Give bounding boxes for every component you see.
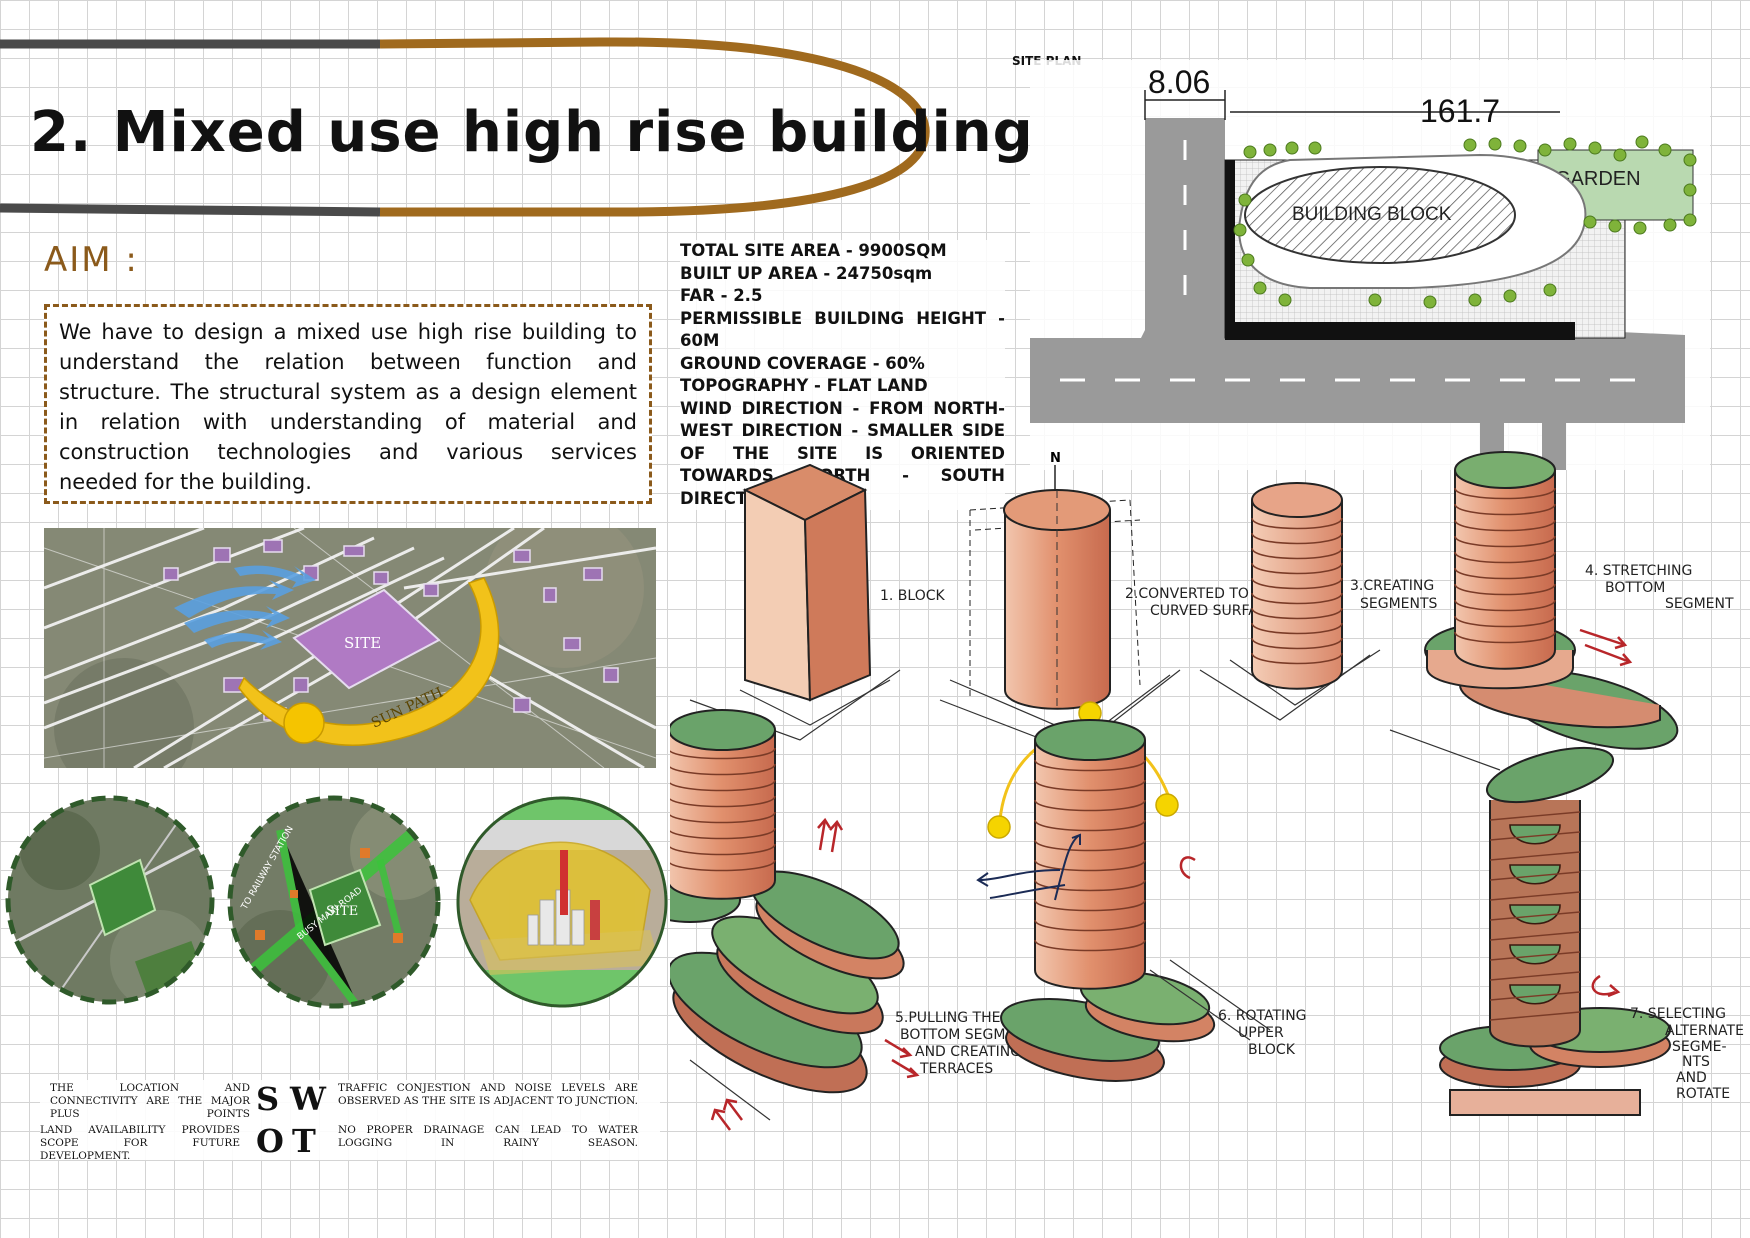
- sun-study-3d: [458, 798, 666, 1006]
- step-5-label-d: TERRACES: [919, 1061, 993, 1077]
- step-5-terraces: 5.PULLING THE BOTTOM SEGMENT AND CREATIN…: [670, 709, 1034, 1131]
- step-2-label-a: 2.CONVERTED TO: [1125, 586, 1249, 602]
- step-6-rotating: 6. ROTATING UPPER BLOCK: [976, 701, 1307, 1082]
- swot-letter-o: O: [256, 1122, 284, 1160]
- step-4-stretching: 4. STRETCHING BOTTOM SEGMENT: [1389, 451, 1734, 771]
- step-1-block: 1. BLOCK: [689, 463, 946, 741]
- step-7-label-f: ROTATE: [1676, 1086, 1730, 1102]
- title-banner: 2. Mixed use high rise building: [0, 30, 1033, 220]
- step-2-cylinder: N 2.CONVERTED TO CURVED SURFACE: [939, 451, 1276, 751]
- step-4-label-a: 4. STRETCHING: [1585, 563, 1692, 579]
- swot-letter-t: T: [292, 1122, 316, 1160]
- sun-icon-right: [1155, 793, 1179, 817]
- swot-opportunity-text: LAND AVAILABILITY PROVIDES SCOPE FOR FUT…: [40, 1124, 240, 1162]
- swot-strength-text: THE LOCATION AND CONNECTIVITY ARE THE MA…: [50, 1082, 250, 1120]
- step-6-label-b: UPPER: [1238, 1025, 1284, 1041]
- step-7-alternate-rotate: 7. SELECTING ALTERNATE SEGME- NTS AND RO…: [1439, 746, 1744, 1116]
- north-label: N: [1050, 451, 1061, 466]
- step-5-label-a: 5.PULLING THE: [895, 1010, 1000, 1026]
- step-6-label-a: 6. ROTATING: [1218, 1008, 1307, 1024]
- site-plan: GARDEN BUILDING BLOCK 8.06 161.7: [1030, 60, 1710, 470]
- form-evolution-sketches: 1. BLOCK N 2.CONVERTED TO CURVED SURFACE…: [670, 451, 1744, 1131]
- step-4-label-b: BOTTOM: [1605, 580, 1665, 596]
- dimension-length: 161.7: [1420, 93, 1500, 129]
- spec-site-area: TOTAL SITE AREA - 9900SQM: [680, 241, 947, 260]
- swot-letter-s: S: [256, 1080, 280, 1118]
- aim-box: We have to design a mixed use high rise …: [44, 304, 652, 504]
- spec-ground-coverage: GROUND COVERAGE - 60%: [680, 353, 925, 373]
- aim-heading: AIM :: [44, 240, 139, 280]
- step-7-label-a: 7. SELECTING: [1630, 1006, 1726, 1022]
- swot-analysis: THE LOCATION AND CONNECTIVITY ARE THE MA…: [40, 1080, 660, 1162]
- building-block-label: BUILDING BLOCK: [1292, 204, 1452, 225]
- spec-far: FAR - 2.5: [680, 286, 763, 305]
- step-4-label-c: SEGMENT: [1665, 596, 1734, 612]
- page-title: 2. Mixed use high rise building: [30, 100, 1034, 165]
- context-maps: SITE BUSY MAIN ROAD TO RAILWAY STATION: [5, 795, 668, 1009]
- spec-height: PERMISSIBLE BUILDING HEIGHT - 60M: [680, 308, 1005, 351]
- step-7-label-d: NTS: [1682, 1054, 1710, 1070]
- swot-weakness-text: TRAFFIC CONJESTION AND NOISE LEVELS ARE …: [338, 1082, 638, 1107]
- site-map-label: SITE: [344, 634, 381, 652]
- spec-topography: TOPOGRAPHY - FLAT LAND: [680, 376, 928, 395]
- step-1-label: 1. BLOCK: [880, 588, 946, 604]
- dimension-width: 8.06: [1148, 64, 1210, 100]
- step-7-label-b: ALTERNATE: [1665, 1023, 1744, 1039]
- swot-threat-text: NO PROPER DRAINAGE CAN LEAD TO WATER LOG…: [338, 1124, 638, 1149]
- step-7-label-e: AND: [1676, 1070, 1707, 1086]
- sun-icon-left: [987, 815, 1011, 839]
- context-map-2: SITE BUSY MAIN ROAD TO RAILWAY STATION: [230, 798, 438, 1006]
- context-map-1: [8, 798, 212, 1002]
- sun-icon: [283, 702, 325, 744]
- step-7-label-c: SEGME-: [1672, 1039, 1727, 1055]
- aerial-site-map: SITE SUN PATH: [44, 528, 656, 768]
- step-6-label-c: BLOCK: [1248, 1042, 1296, 1058]
- aim-text: We have to design a mixed use high rise …: [59, 320, 637, 494]
- spec-built-up: BUILT UP AREA - 24750sqm: [680, 263, 933, 283]
- step-5-label-c: AND CREATING: [915, 1044, 1021, 1060]
- step-3-label-a: 3.CREATING: [1350, 578, 1434, 594]
- step-3-label-b: SEGMENTS: [1360, 596, 1438, 612]
- swot-letter-w: W: [290, 1080, 326, 1118]
